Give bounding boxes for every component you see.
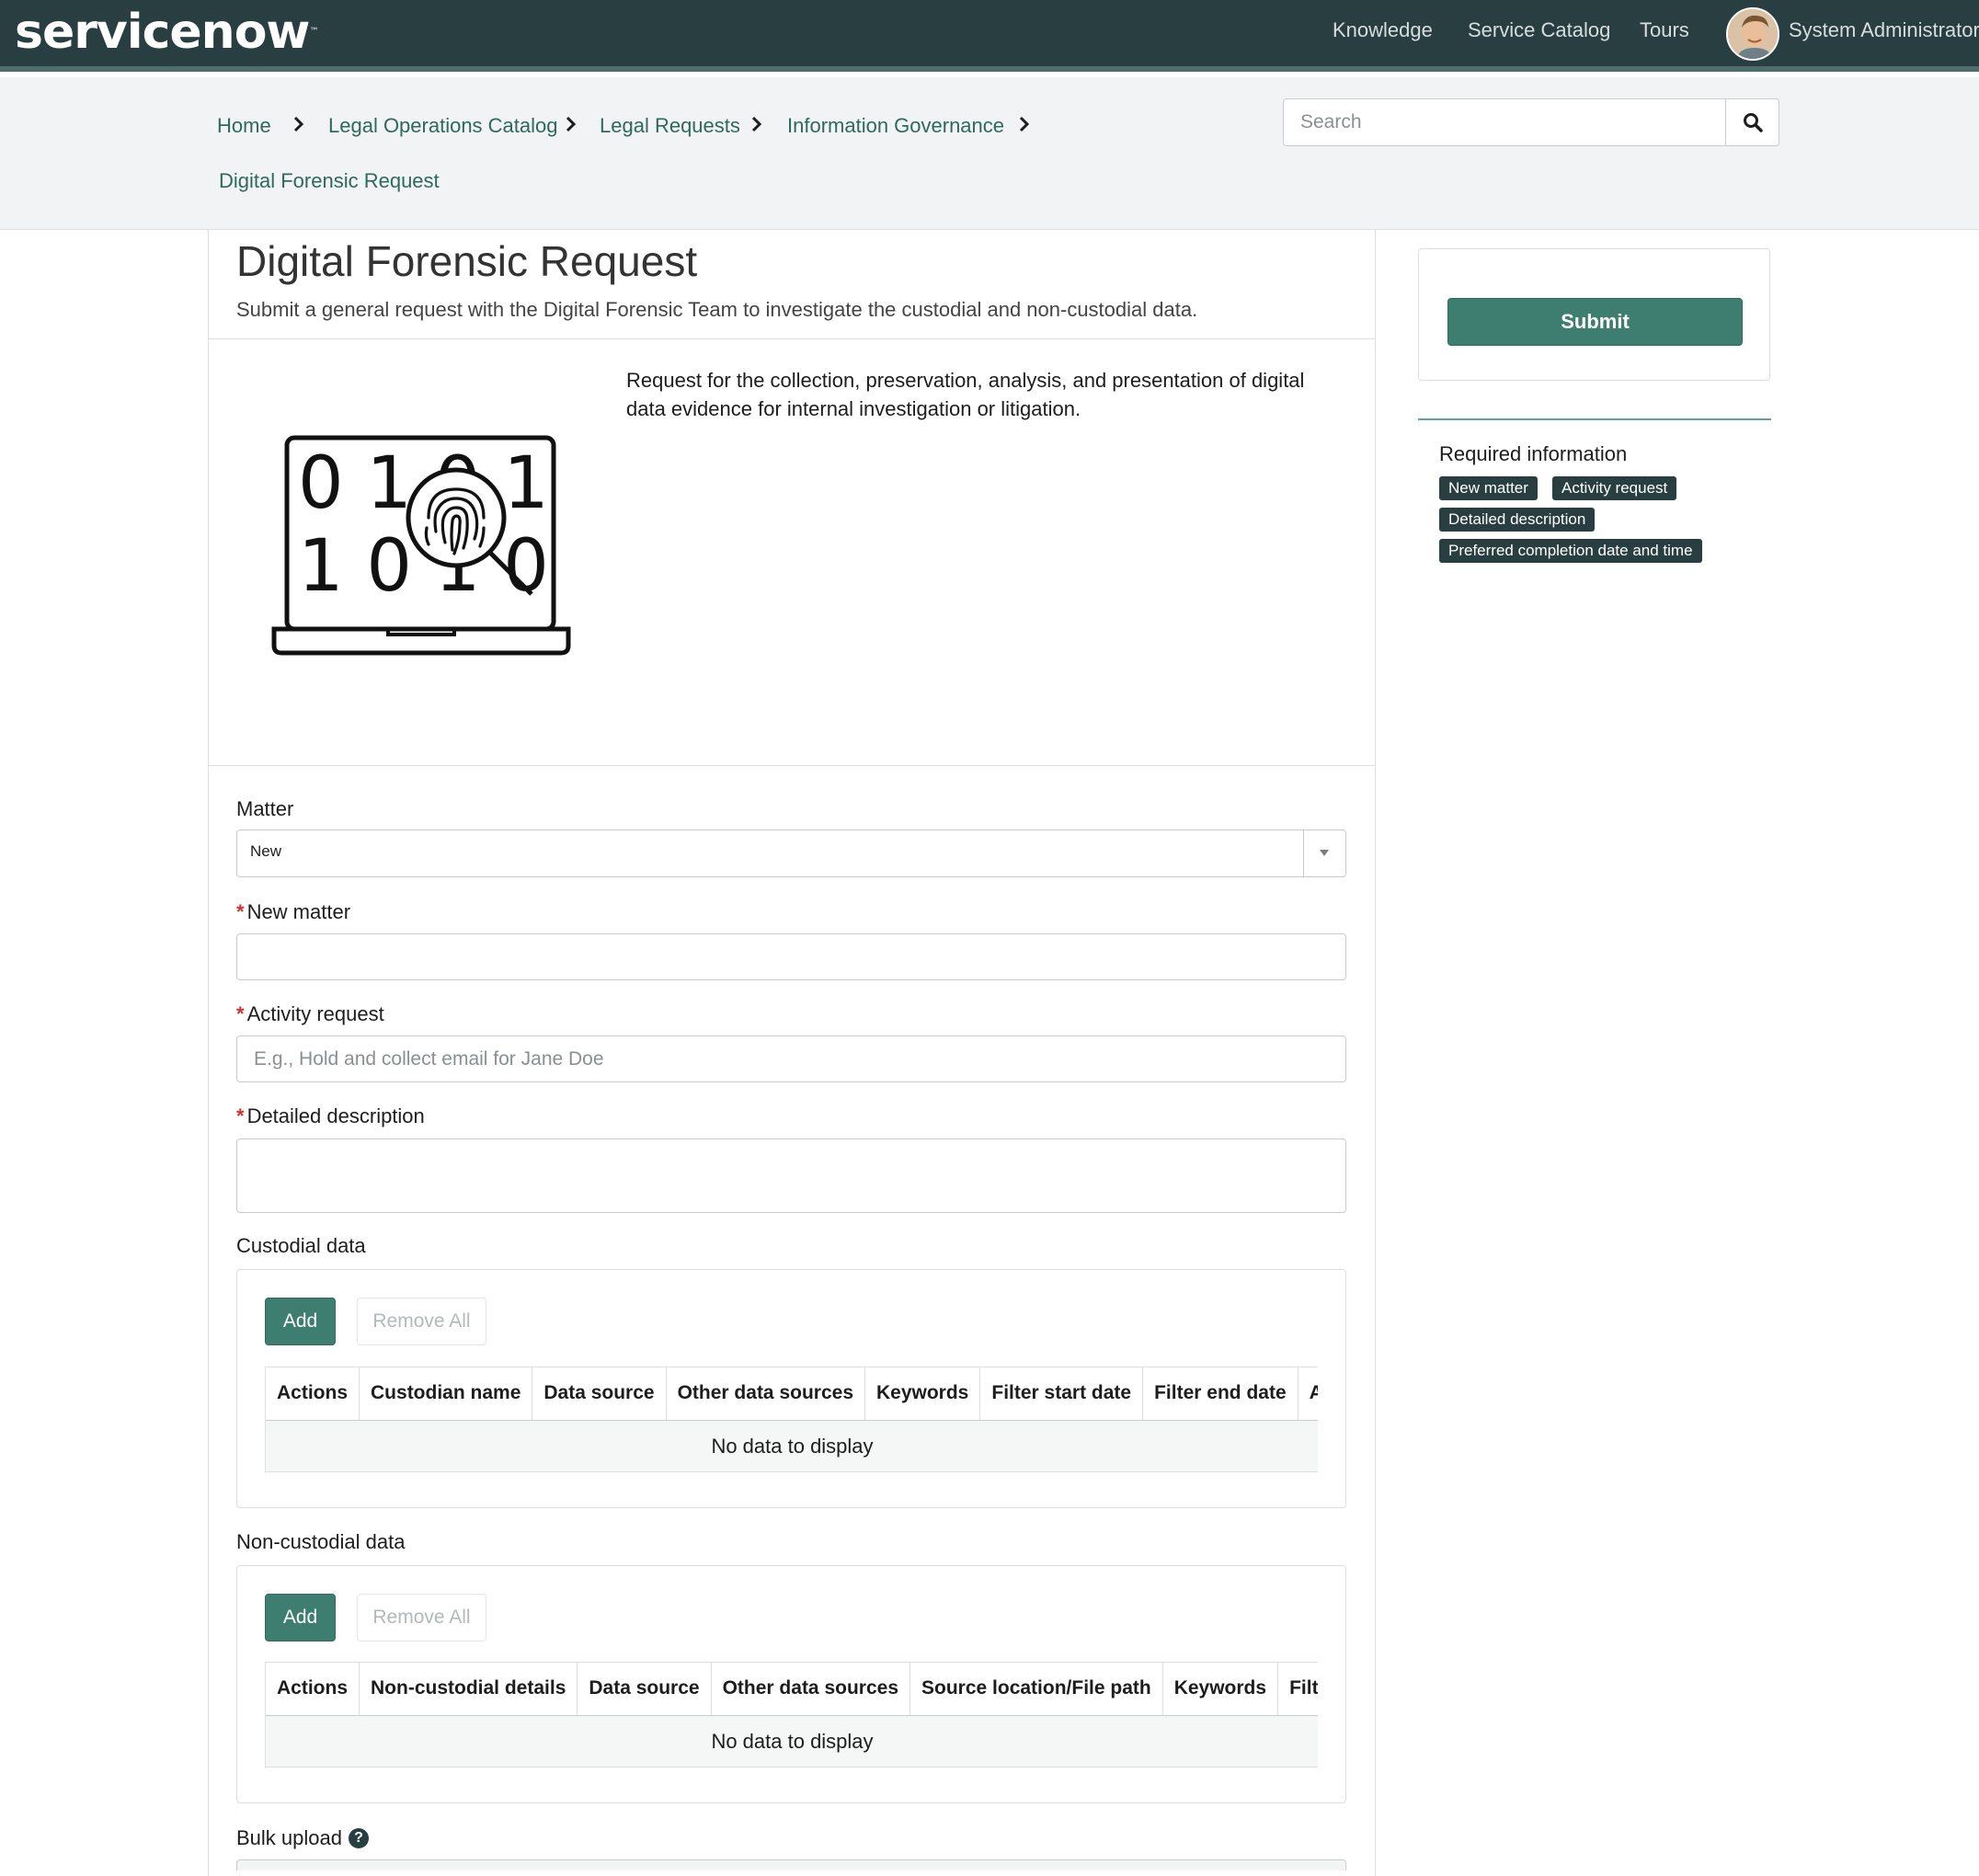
non-custodial-data-label: Non-custodial data [236,1530,406,1553]
column-header-non-custodial-details[interactable]: Non-custodial details [359,1662,578,1717]
custodial-data-label: Custodial data [236,1234,366,1257]
required-asterisk: * [236,900,245,923]
page-subtitle: Submit a general request with the Digita… [236,298,1198,321]
column-header-custodian-name[interactable]: Custodian name [359,1367,533,1422]
laptop-fingerprint-icon: 0 1 0 1 1 0 1 0 1 [271,435,572,656]
submit-button[interactable]: Submit [1447,298,1743,346]
column-header-filter-end-date[interactable]: Filter end date [1142,1367,1298,1422]
column-header-other-data-sources[interactable]: Other data sources [711,1662,911,1717]
column-header-data-source[interactable]: Data source [532,1367,667,1422]
breadcrumb-home[interactable]: Home [217,114,271,138]
breadcrumb-legal-requests[interactable]: Legal Requests [600,114,740,138]
non-custodial-remove-all-button[interactable]: Remove All [357,1594,486,1642]
servicenow-logo[interactable]: servicenow™ [15,6,318,59]
column-header-other-data-sources[interactable]: Other data sources [666,1367,866,1422]
chevron-right-icon [293,116,304,132]
caret-down-icon [1320,850,1329,856]
search-button[interactable] [1725,98,1779,146]
matter-select[interactable]: New [236,829,1346,877]
column-header-add[interactable]: Add [1298,1367,1318,1422]
top-navigation-bar: servicenow™ Knowledge Service Catalog To… [0,0,1979,72]
bulk-upload-label: Bulk upload [236,1826,342,1849]
new-matter-label: * New matter [236,900,351,923]
required-asterisk: * [236,1002,245,1025]
required-tag-activity-request[interactable]: Activity request [1552,476,1677,500]
column-header-actions[interactable]: Actions [266,1662,360,1717]
order-card: Submit [1418,248,1770,381]
custodial-data-table: Actions Custodian name Data source Other… [265,1367,1318,1473]
activity-request-label: * Activity request [236,1002,384,1025]
search-icon [1743,113,1763,132]
detailed-description-textarea[interactable] [236,1138,1346,1213]
custodial-remove-all-button[interactable]: Remove All [357,1298,486,1345]
divider [208,338,1376,339]
bulk-upload-field[interactable] [236,1859,1346,1870]
chevron-right-icon [566,116,577,132]
divider [1418,418,1771,420]
column-header-filter-start-date[interactable]: Filter start date [979,1367,1144,1422]
chevron-right-icon [1019,116,1030,132]
item-description: Request for the collection, preservation… [626,369,1305,420]
help-icon[interactable]: ? [349,1828,369,1848]
page-title: Digital Forensic Request [236,237,698,285]
matter-label: Matter [236,797,294,820]
search-input[interactable] [1283,98,1726,146]
empty-table-message: No data to display [266,1421,1318,1472]
column-header-data-source[interactable]: Data source [577,1662,712,1717]
matter-select-value: New [250,842,282,860]
user-name[interactable]: System Administrator [1789,18,1979,42]
custodial-add-button[interactable]: Add [265,1298,336,1345]
required-tag-preferred-completion-date[interactable]: Preferred completion date and time [1439,539,1702,563]
breadcrumb-digital-forensic-request[interactable]: Digital Forensic Request [219,169,440,193]
breadcrumb-information-governance[interactable]: Information Governance [787,114,1004,138]
new-matter-input[interactable] [236,933,1346,980]
divider [208,765,1376,766]
non-custodial-add-button[interactable]: Add [265,1594,336,1642]
dropdown-toggle[interactable] [1303,830,1345,876]
column-header-filter-start-date[interactable]: Filter s [1277,1662,1318,1717]
nav-service-catalog[interactable]: Service Catalog [1468,18,1610,42]
chevron-right-icon [751,116,762,132]
detailed-description-label: * Detailed description [236,1104,425,1127]
activity-request-input[interactable] [236,1035,1346,1082]
nav-tours[interactable]: Tours [1640,18,1689,42]
column-header-keywords[interactable]: Keywords [1162,1662,1279,1717]
column-header-actions[interactable]: Actions [266,1367,360,1422]
nav-knowledge[interactable]: Knowledge [1333,18,1433,42]
required-asterisk: * [236,1104,245,1127]
column-header-source-location[interactable]: Source location/File path [909,1662,1163,1717]
avatar-photo-icon [1728,9,1778,59]
empty-table-message: No data to display [266,1716,1318,1767]
user-avatar[interactable] [1726,7,1779,61]
required-information-title: Required information [1439,442,1628,465]
required-tag-detailed-description[interactable]: Detailed description [1439,508,1596,532]
breadcrumb-legal-operations-catalog[interactable]: Legal Operations Catalog [328,114,558,138]
required-tag-new-matter[interactable]: New matter [1439,476,1538,500]
non-custodial-data-table: Actions Non-custodial details Data sourc… [265,1662,1318,1768]
column-header-keywords[interactable]: Keywords [864,1367,981,1422]
